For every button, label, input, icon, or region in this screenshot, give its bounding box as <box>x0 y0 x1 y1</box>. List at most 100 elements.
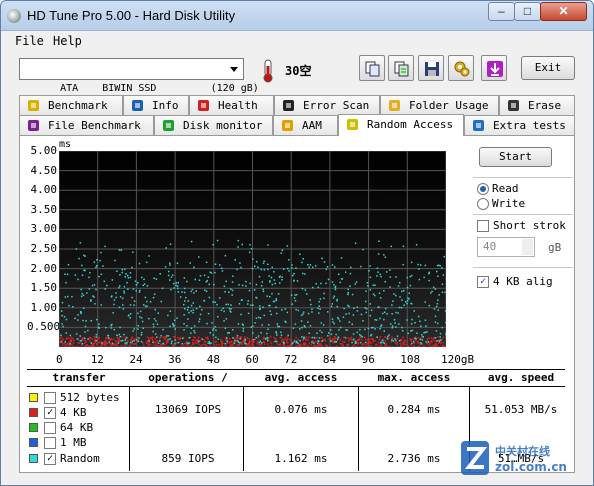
random-point <box>110 327 113 329</box>
legend-checkbox[interactable] <box>44 422 56 434</box>
settings-button[interactable] <box>448 55 474 81</box>
legend-checkbox[interactable]: ✓ <box>44 453 56 465</box>
4kb-point <box>387 345 390 347</box>
4kb-point <box>94 338 96 341</box>
random-point <box>252 258 254 260</box>
4kb-point <box>378 338 381 341</box>
menu-help[interactable]: Help <box>53 34 82 48</box>
random-point <box>166 335 168 337</box>
random-point <box>80 295 83 298</box>
4kb-point <box>428 342 431 345</box>
write-radio[interactable] <box>477 198 489 210</box>
close-button[interactable]: ✕ <box>540 2 587 21</box>
random-point <box>271 283 274 286</box>
tab-erase[interactable]: Erase <box>499 95 575 115</box>
random-point <box>313 342 315 345</box>
4kb-point <box>116 337 119 339</box>
random-point <box>190 240 193 243</box>
random-point <box>93 296 95 298</box>
exit-button[interactable]: Exit <box>521 56 575 80</box>
random-point <box>249 282 251 285</box>
stroke-size-stepper[interactable]: 40 <box>477 237 535 257</box>
random-point <box>436 340 438 342</box>
random-point <box>250 304 252 306</box>
random-point <box>177 291 180 293</box>
copy-button[interactable] <box>359 55 385 81</box>
random-point <box>188 342 190 344</box>
random-point <box>331 303 333 305</box>
copy-icon <box>365 61 380 77</box>
4kb-point <box>358 338 360 340</box>
random-point <box>402 263 404 266</box>
random-point <box>369 303 371 305</box>
download-button[interactable] <box>481 55 507 81</box>
random-point <box>427 341 429 343</box>
random-point <box>177 342 179 344</box>
random-point <box>115 296 117 299</box>
4kb-point <box>221 343 223 345</box>
tab-file-benchmark[interactable]: File Benchmark <box>19 115 154 135</box>
random-point <box>110 296 113 298</box>
minimize-button[interactable]: – <box>488 2 515 21</box>
short-stroke-checkbox[interactable] <box>477 220 489 232</box>
start-button[interactable]: Start <box>479 147 552 167</box>
tab-info[interactable]: Info <box>123 95 189 115</box>
4kb-point <box>417 340 419 343</box>
menu-file[interactable]: File <box>15 34 44 48</box>
save-button[interactable] <box>418 55 444 81</box>
legend-checkbox[interactable] <box>44 392 56 404</box>
maximize-button[interactable]: □ <box>514 2 541 21</box>
drive-select[interactable]: ATA BIWIN SSD (120 gB) <box>19 58 259 94</box>
legend-checkbox[interactable] <box>44 437 56 449</box>
4kb-point <box>360 345 363 347</box>
random-point <box>224 255 227 257</box>
random-point <box>95 333 98 336</box>
random-point <box>286 245 289 247</box>
4kb-point <box>96 343 98 345</box>
random-point <box>390 245 392 248</box>
random-point <box>433 308 436 310</box>
tab-extra-tests[interactable]: Extra tests <box>464 115 575 135</box>
tab-random-access[interactable]: Random Access <box>338 114 464 136</box>
4kb-point <box>160 343 162 345</box>
4kb-point <box>314 345 316 347</box>
tab-label: Disk monitor <box>183 119 263 132</box>
random-point <box>334 341 336 343</box>
spin-up-icon[interactable] <box>522 239 533 247</box>
legend-checkbox[interactable]: ✓ <box>44 407 56 419</box>
4kb-point <box>360 339 363 341</box>
random-point <box>177 287 179 290</box>
read-radio[interactable] <box>477 183 489 195</box>
4kb-point <box>83 342 86 345</box>
4kb-point <box>270 342 273 345</box>
tab-error-scan[interactable]: Error Scan <box>274 95 380 115</box>
4kb-point <box>236 336 239 339</box>
4kb-point <box>220 345 223 347</box>
random-point <box>184 307 186 310</box>
random-point <box>93 284 96 286</box>
random-point <box>425 341 427 343</box>
tab-disk-monitor[interactable]: Disk monitor <box>154 115 273 135</box>
4kb-point <box>166 340 168 343</box>
copy-text-button[interactable] <box>388 55 414 81</box>
random-point <box>230 288 232 290</box>
4kb-point <box>399 344 402 347</box>
4kb-point <box>192 339 195 341</box>
tab-benchmark[interactable]: Benchmark <box>19 95 123 115</box>
random-point <box>342 316 345 318</box>
align-4kb-checkbox[interactable]: ✓ <box>477 276 489 288</box>
random-point <box>321 340 324 342</box>
4kb-point <box>127 345 129 347</box>
random-point <box>253 289 256 291</box>
tab-folder-usage[interactable]: Folder Usage <box>380 95 499 115</box>
tab-aam[interactable]: AAM <box>273 115 338 135</box>
random-point <box>327 278 330 281</box>
random-point <box>261 342 263 344</box>
tab-health[interactable]: Health <box>189 95 274 115</box>
spin-down-icon[interactable] <box>522 247 533 255</box>
4kb-point <box>61 342 64 344</box>
random-point <box>215 329 217 332</box>
4kb-point <box>430 341 432 343</box>
4kb-point <box>193 336 195 338</box>
4kb-point <box>190 345 193 347</box>
